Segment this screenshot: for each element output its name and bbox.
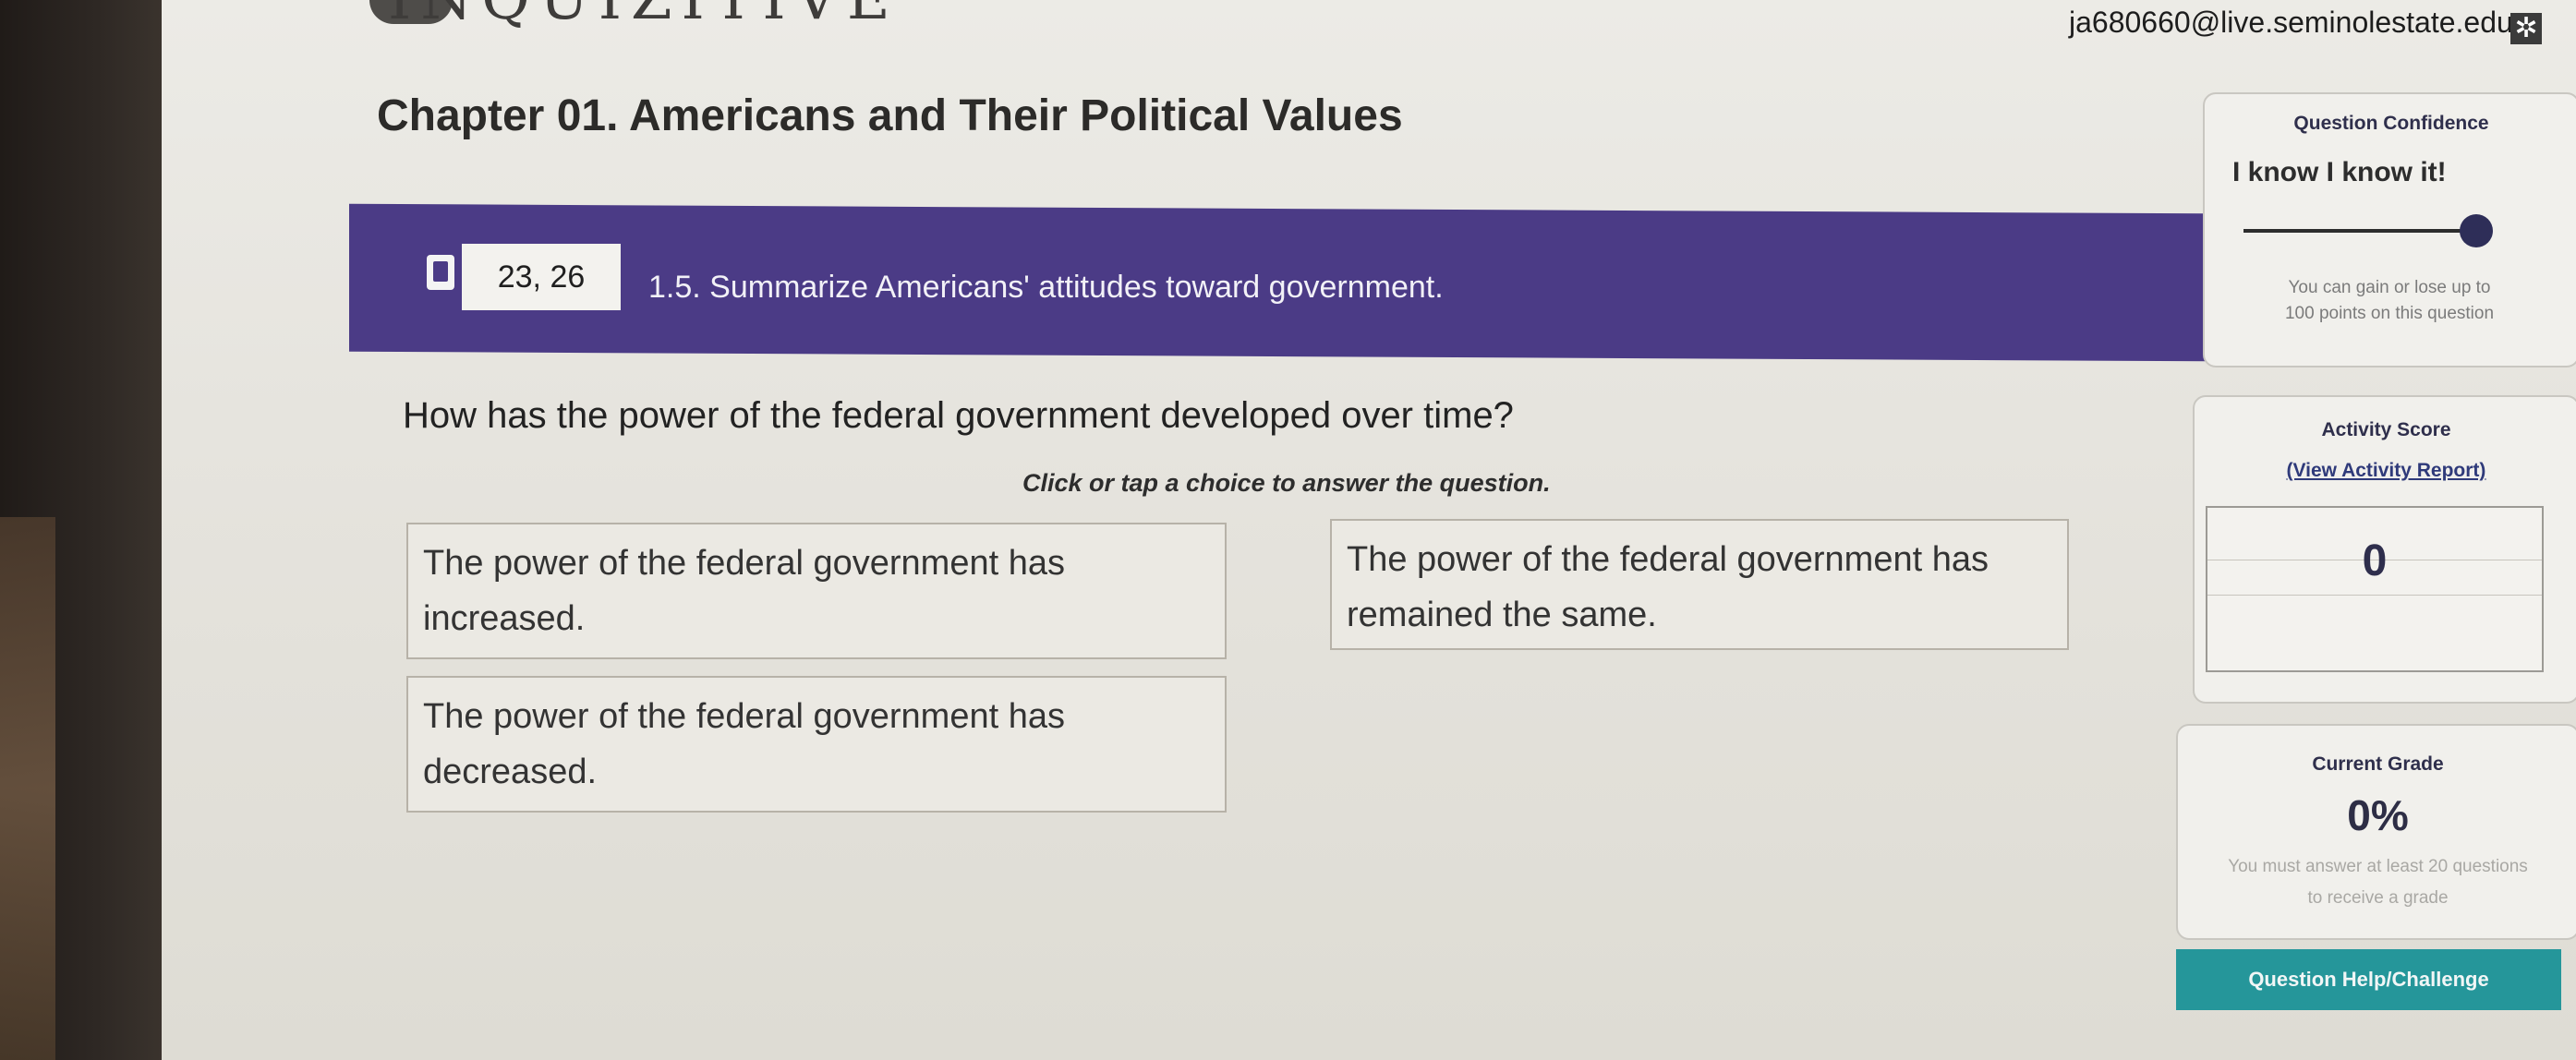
gear-icon[interactable]: ✲ (2510, 13, 2542, 44)
user-email[interactable]: ja680660@live.seminolestate.edu (2069, 6, 2513, 40)
question-help-challenge-button[interactable]: Question Help/Challenge (2176, 949, 2561, 1010)
score-box-rule (2207, 595, 2542, 596)
confidence-note-line-2: 100 points on this question (2284, 304, 2495, 323)
view-activity-report-link[interactable]: (View Activity Report) (2195, 460, 2576, 482)
grade-note-line-1: You must answer at least 20 questions (2228, 857, 2528, 876)
current-grade-value: 0% (2347, 791, 2409, 839)
question-prompt: How has the power of the federal governm… (403, 395, 1514, 436)
chapter-title: Chapter 01. Americans and Their Politica… (377, 91, 1403, 140)
desk-edge (0, 517, 55, 1060)
grade-note-line-2: to receive a grade (2307, 888, 2449, 908)
question-confidence-panel: Question Confidence I know I know it! Yo… (2203, 92, 2576, 367)
confidence-note-line-1: You can gain or lose up to (2288, 278, 2491, 297)
activity-score-value: 0 (2362, 536, 2388, 585)
activity-score-title: Activity Score (2321, 419, 2451, 440)
confidence-level: I know I know it! (2232, 157, 2447, 187)
ebook-pages-link[interactable]: 23, 26 (462, 244, 621, 310)
learning-objective: 1.5. Summarize Americans' attitudes towa… (648, 270, 1444, 305)
confidence-slider-thumb[interactable] (2460, 214, 2493, 247)
grade-note: You must answer at least 20 questions to… (2178, 851, 2576, 914)
confidence-note: You can gain or lose up to 100 points on… (2223, 275, 2556, 327)
activity-score-panel: Activity Score (View Activity Report) 0 (2193, 395, 2576, 704)
answer-choice-remained-same[interactable]: The power of the federal government has … (1330, 519, 2069, 650)
current-grade-title: Current Grade (2312, 753, 2444, 775)
score-box: 0 (2206, 506, 2544, 672)
question-instruction: Click or tap a choice to answer the ques… (1022, 469, 1551, 497)
answer-choice-decreased[interactable]: The power of the federal government has … (406, 676, 1227, 813)
book-icon[interactable] (427, 255, 454, 290)
monitor-bezel (0, 0, 162, 1060)
confidence-title: Question Confidence (2293, 113, 2489, 134)
screen: INQUIZITIVE ja680660@live.seminolestate.… (0, 0, 2576, 1060)
current-grade-panel: Current Grade 0% You must answer at leas… (2176, 724, 2576, 940)
brand-name: INQUIZITIVE (388, 0, 900, 33)
answer-choice-increased[interactable]: The power of the federal government has … (406, 523, 1227, 659)
confidence-slider-track[interactable] (2243, 229, 2473, 233)
